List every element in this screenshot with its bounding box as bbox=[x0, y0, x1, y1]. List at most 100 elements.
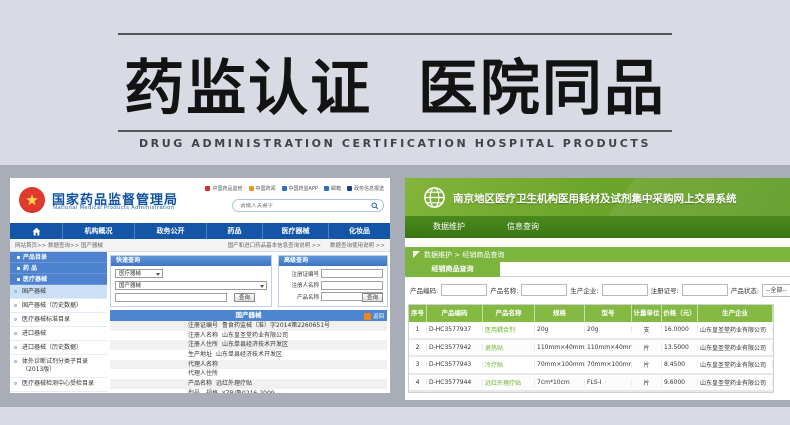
result-title: 国产器械 bbox=[235, 311, 262, 319]
table-row: 1 D-HC3577937 医用耦合剂 20g 20g 支 16.0000 山东… bbox=[409, 322, 773, 340]
result-row: 注册证编号 鲁食药监械（准）字2014第2260651号 bbox=[110, 321, 387, 331]
sidebar-item-domestic-devices[interactable]: 国产器械 bbox=[10, 285, 107, 300]
banner-title: 药监认证 医院同品 bbox=[124, 54, 666, 124]
nmpa-screenshot: 国家药品监督管理局 National Medical Products Admi… bbox=[10, 178, 390, 393]
nanjing-search-form: 产品编码: 产品名称: 生产企业: 注册证号: 产品状态: --全部-- 未 bbox=[405, 278, 790, 302]
quick-search-panel: 快速查询 医疗器械 国产器械 查询 bbox=[110, 255, 272, 307]
product-link[interactable]: 远红外理疗贴 bbox=[483, 377, 535, 387]
nmpa-main: 快速查询 医疗器械 国产器械 查询 高级查询 注册证编号 注册人名称 产品名称 … bbox=[110, 255, 388, 393]
result-row: 生产地址 山东单县经济技术开发区 bbox=[188, 351, 283, 359]
promo-page: 药监认证 医院同品 DRUG ADMINISTRATION CERTIFICAT… bbox=[0, 0, 790, 425]
sidebar-item-imported-history[interactable]: 进口器械（历史数据） bbox=[10, 341, 107, 356]
menu-data-maintenance[interactable]: 数据维护 bbox=[433, 216, 465, 238]
quick-search-input[interactable] bbox=[115, 293, 227, 302]
product-status-label: 产品状态: bbox=[730, 287, 760, 295]
result-rows: 注册证编号 鲁食药监械（准）字2014第2260651号 注册人名称 山东皇圣堂药业… bbox=[110, 321, 387, 393]
search-input[interactable] bbox=[233, 202, 371, 209]
top-link-news[interactable]: 中国药闻 bbox=[248, 185, 276, 192]
banner-top-rule bbox=[118, 33, 672, 35]
menu-info-query[interactable]: 信息查询 bbox=[507, 216, 539, 238]
table-row: 3 D-HC3577943 冷疗贴 70mm×100mm 70mm×100mm … bbox=[409, 357, 773, 375]
nanjing-breadcrumb: 数据维护 > 经销商品查询 bbox=[424, 250, 505, 259]
result-row: 代理人住所 bbox=[188, 370, 219, 378]
sidebar-item-classification-catalog[interactable]: 医疗器械分类目录 bbox=[10, 392, 107, 393]
search-icon[interactable] bbox=[371, 202, 379, 210]
product-status-select[interactable]: --全部-- bbox=[762, 283, 790, 297]
product-link[interactable]: 退热贴 bbox=[483, 342, 535, 352]
nanjing-tab-row: 经销商品查询 bbox=[405, 262, 790, 277]
nav-item-cosmetics[interactable]: 化妆品 bbox=[328, 223, 390, 239]
col-product-name: 产品名称 bbox=[483, 305, 535, 322]
quick-search-button[interactable]: 查询 bbox=[233, 293, 255, 302]
help-link-drug-query[interactable]: 国产和进口药品基本信息查询说明 >> bbox=[228, 241, 321, 249]
table-header: 序号 产品编码 产品名称 规格 型号 计量单位 价格（元） 生产企业 bbox=[409, 305, 773, 322]
square-bullet-icon bbox=[17, 277, 20, 281]
help-link-data-usage[interactable]: 数据查询使用说明 >> bbox=[330, 241, 385, 249]
nav-home[interactable] bbox=[10, 223, 62, 239]
nav-item-overview[interactable]: 机构概况 bbox=[62, 223, 134, 239]
circle-bullet-icon bbox=[14, 303, 17, 307]
top-link-mail[interactable]: 邮箱 bbox=[323, 185, 341, 192]
wechat-icon bbox=[205, 186, 211, 191]
result-bar: 国产器械 返回 bbox=[110, 310, 387, 321]
product-link[interactable]: 冷疗贴 bbox=[483, 360, 535, 370]
sidebar-group-devices[interactable]: 医疗器械 bbox=[10, 274, 107, 285]
col-price: 价格（元） bbox=[662, 305, 698, 322]
nmpa-sidebar: 产品目录 药 品 医疗器械 国产器械 国产器械（历史数据） 医疗器械标准目录 进… bbox=[10, 252, 107, 393]
table-row: 4 D-HC3577944 远红外理疗贴 7cm*10cm FLS-I 片 9.… bbox=[409, 374, 773, 392]
circle-bullet-icon bbox=[14, 382, 17, 386]
nanjing-menu: 数据维护 信息查询 bbox=[405, 216, 790, 238]
sidebar-group-products[interactable]: 产品目录 bbox=[10, 252, 107, 263]
sidebar-item-domestic-history[interactable]: 国产器械（历史数据） bbox=[10, 299, 107, 314]
nmpa-breadcrumb-row: 网站首页>> 数据查询>> 国产器械 国产和进口药品基本信息查询说明 >> 数据… bbox=[10, 239, 390, 252]
nav-item-gov-affairs[interactable]: 政务公开 bbox=[134, 223, 206, 239]
nav-item-devices[interactable]: 医疗器械 bbox=[262, 223, 328, 239]
tab-distribution-product-query[interactable]: 经销商品查询 bbox=[405, 262, 500, 277]
table-row: 2 D-HC3577942 退热贴 110mm×40mm 110mm×40mm … bbox=[409, 339, 773, 357]
sidebar-item-testing-center[interactable]: 医疗器械检测中心受检目录 bbox=[10, 378, 107, 392]
nanjing-product-table: 序号 产品编码 产品名称 规格 型号 计量单位 价格（元） 生产企业 1 D-H… bbox=[408, 304, 774, 393]
circle-bullet-icon bbox=[14, 345, 17, 349]
circle-bullet-icon bbox=[14, 289, 17, 293]
nmpa-top-links: 中国药品监管 中国药闻 中国药监APP 邮箱 政务信息报送 bbox=[205, 185, 384, 192]
square-bullet-icon bbox=[17, 266, 20, 270]
nav-item-drugs[interactable]: 药品 bbox=[206, 223, 262, 239]
sidebar-item-standards-catalog[interactable]: 医疗器械标准目录 bbox=[10, 313, 107, 328]
quick-search-title: 快速查询 bbox=[111, 256, 271, 266]
col-model: 型号 bbox=[585, 305, 632, 322]
top-link-app[interactable]: 中国药监APP bbox=[281, 185, 318, 192]
reg-no-input[interactable] bbox=[321, 269, 383, 278]
category-select[interactable]: 医疗器械 bbox=[115, 269, 163, 278]
registration-no-input[interactable] bbox=[681, 284, 728, 296]
product-code-input[interactable] bbox=[441, 284, 488, 296]
product-name-input[interactable] bbox=[521, 284, 568, 296]
col-index: 序号 bbox=[409, 305, 427, 322]
square-bullet-icon bbox=[17, 255, 20, 259]
home-icon bbox=[32, 227, 40, 235]
advanced-search-panel: 高级查询 注册证编号 注册人名称 产品名称 查询 bbox=[278, 255, 388, 307]
subcategory-select[interactable]: 国产器械 bbox=[115, 281, 267, 290]
col-unit: 计量单位 bbox=[632, 305, 662, 322]
advanced-search-title: 高级查询 bbox=[279, 256, 387, 266]
registrant-input[interactable] bbox=[321, 280, 383, 290]
sidebar-item-imported-devices[interactable]: 进口器械 bbox=[10, 327, 107, 342]
reg-no-label: 注册证编号 bbox=[291, 271, 319, 278]
nanjing-breadcrumb-bar: 数据维护 > 经销商品查询 bbox=[405, 247, 790, 262]
product-link[interactable]: 医用耦合剂 bbox=[483, 325, 535, 335]
nmpa-header: 国家药品监督管理局 National Medical Products Admi… bbox=[10, 178, 390, 223]
registrant-label: 注册人名称 bbox=[291, 283, 319, 289]
mail-icon bbox=[323, 186, 329, 191]
top-link-gov-info[interactable]: 政务信息报送 bbox=[346, 185, 384, 192]
weibo-icon bbox=[248, 186, 254, 191]
sidebar-group-drugs[interactable]: 药 品 bbox=[10, 263, 107, 274]
top-link-regulation[interactable]: 中国药品监管 bbox=[205, 185, 243, 192]
national-emblem-icon bbox=[19, 187, 45, 213]
back-button[interactable]: 返回 bbox=[363, 312, 384, 320]
product-name-label: 产品名称 bbox=[296, 294, 319, 301]
chevron-down-icon bbox=[260, 285, 264, 288]
nmpa-search-box[interactable] bbox=[232, 199, 384, 212]
advanced-search-button[interactable]: 查询 bbox=[361, 293, 383, 302]
result-row: 型号、规格YZB/鲁0216-2009 bbox=[110, 389, 387, 393]
sidebar-item-ivd-catalog[interactable]: 体外诊断试剂分类子目录（2013版） bbox=[10, 355, 107, 378]
manufacturer-input[interactable] bbox=[601, 284, 648, 296]
